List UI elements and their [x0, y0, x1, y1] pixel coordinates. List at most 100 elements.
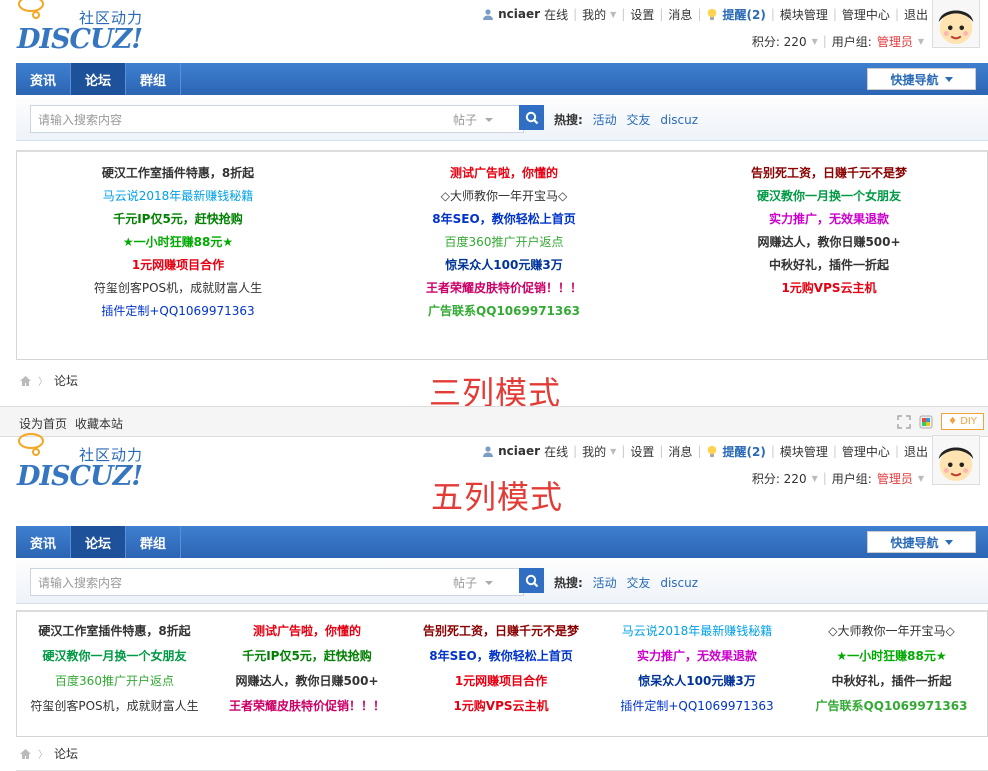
- hot-keyword[interactable]: discuz: [660, 113, 698, 127]
- chevron-down-icon[interactable]: ▼: [812, 474, 818, 483]
- ad-link[interactable]: 硬汉工作室插件特惠，8折起: [17, 164, 339, 187]
- ad-link[interactable]: 1元网赚项目合作: [402, 672, 600, 697]
- ad-link[interactable]: 测试广告啦，你懂的: [212, 622, 402, 647]
- remind-link[interactable]: 提醒(2): [722, 6, 765, 23]
- chevron-down-icon[interactable]: ▼: [918, 37, 924, 46]
- user-group-label: 用户组:: [831, 34, 872, 49]
- breadcrumb-forum[interactable]: 论坛: [54, 372, 78, 389]
- module-manage-link[interactable]: 模块管理: [780, 443, 828, 460]
- nav-item-group[interactable]: 群组: [126, 63, 180, 95]
- avatar[interactable]: [932, 435, 980, 485]
- hot-keyword[interactable]: 活动: [593, 576, 617, 590]
- search-button[interactable]: [519, 568, 544, 593]
- ad-link[interactable]: 符玺创客POS机，成就财富人生: [17, 279, 339, 302]
- fullscreen-icon[interactable]: [897, 414, 911, 429]
- messages-link[interactable]: 消息: [668, 6, 692, 23]
- ad-link[interactable]: 8年SEO，教你轻松上首页: [339, 210, 669, 233]
- ad-link[interactable]: ◇大师教你一年开宝马◇: [339, 187, 669, 210]
- add-favorite-link[interactable]: 收藏本站: [75, 415, 123, 432]
- ad-link[interactable]: 中秋好礼，插件一折起: [794, 672, 988, 697]
- ad-link[interactable]: 告别死工资，日赚千元不是梦: [402, 622, 600, 647]
- chevron-down-icon[interactable]: ▼: [610, 10, 616, 19]
- search-input[interactable]: 请输入搜索内容: [30, 568, 524, 596]
- hot-keyword[interactable]: discuz: [660, 576, 698, 590]
- ad-link[interactable]: 插件定制+QQ1069971363: [17, 302, 339, 325]
- ad-link[interactable]: 惊呆众人100元赚3万: [339, 256, 669, 279]
- search-type-select[interactable]: 帖子: [453, 574, 494, 591]
- quick-nav-button[interactable]: 快捷导航: [867, 531, 976, 553]
- ad-link[interactable]: 告别死工资，日赚千元不是梦: [669, 164, 988, 187]
- ad-link[interactable]: 硬汉教你一月换一个女朋友: [17, 647, 212, 672]
- user-group-value[interactable]: 管理员: [877, 33, 913, 50]
- avatar[interactable]: [932, 0, 980, 48]
- admin-center-link[interactable]: 管理中心: [842, 6, 890, 23]
- style-switch-icon[interactable]: [919, 415, 933, 429]
- home-icon[interactable]: [19, 375, 32, 387]
- ad-link[interactable]: 百度360推广开户返点: [17, 672, 212, 697]
- ad-link[interactable]: 马云说2018年最新赚钱秘籍: [600, 622, 794, 647]
- ad-link[interactable]: 王者荣耀皮肤特价促销！！！: [339, 279, 669, 302]
- chevron-down-icon[interactable]: ▼: [918, 474, 924, 483]
- logout-link[interactable]: 退出: [904, 443, 928, 460]
- logout-link[interactable]: 退出: [904, 6, 928, 23]
- search-input[interactable]: 请输入搜索内容: [30, 105, 524, 133]
- ad-link[interactable]: 马云说2018年最新赚钱秘籍: [17, 187, 339, 210]
- ad-link[interactable]: ★一小时狂赚88元★: [794, 647, 988, 672]
- ad-link[interactable]: 8年SEO，教你轻松上首页: [402, 647, 600, 672]
- my-menu[interactable]: 我的: [582, 443, 606, 460]
- nav-item-group[interactable]: 群组: [126, 526, 180, 558]
- ad-link[interactable]: 王者荣耀皮肤特价促销！！！: [212, 697, 402, 722]
- ad-link[interactable]: 网赚达人，教你日赚500+: [212, 672, 402, 697]
- nav-item-forum[interactable]: 论坛: [71, 526, 126, 558]
- ad-link[interactable]: 惊呆众人100元赚3万: [600, 672, 794, 697]
- ad-link[interactable]: 实力推广，无效果退款: [600, 647, 794, 672]
- ad-link[interactable]: 广告联系QQ1069971363: [339, 302, 669, 325]
- ad-link[interactable]: 符玺创客POS机，成就财富人生: [17, 697, 212, 722]
- ad-link[interactable]: 1元购VPS云主机: [402, 697, 600, 722]
- hot-keyword[interactable]: 交友: [626, 113, 650, 127]
- hot-keyword[interactable]: 交友: [626, 576, 650, 590]
- settings-link[interactable]: 设置: [630, 443, 654, 460]
- home-icon[interactable]: [19, 748, 32, 760]
- admin-center-link[interactable]: 管理中心: [842, 443, 890, 460]
- set-homepage-link[interactable]: 设为首页: [19, 415, 67, 432]
- username-link[interactable]: nciaer: [498, 444, 540, 458]
- hot-keyword[interactable]: 活动: [593, 113, 617, 127]
- ad-link[interactable]: 硬汉工作室插件特惠，8折起: [17, 622, 212, 647]
- ad-link[interactable]: 硬汉教你一月换一个女朋友: [669, 187, 988, 210]
- search-type-select[interactable]: 帖子: [453, 111, 494, 128]
- ad-link[interactable]: 千元IP仅5元，赶快抢购: [17, 210, 339, 233]
- points-link[interactable]: 积分: 220: [752, 33, 807, 50]
- ad-link[interactable]: ★一小时狂赚88元★: [17, 233, 339, 256]
- username-link[interactable]: nciaer: [498, 7, 540, 21]
- site-logo[interactable]: 社区动力 DISCUZ!: [17, 433, 162, 497]
- ad-link[interactable]: 1元购VPS云主机: [669, 279, 988, 302]
- ad-link[interactable]: 插件定制+QQ1069971363: [600, 697, 794, 722]
- ad-link[interactable]: 千元IP仅5元，赶快抢购: [212, 647, 402, 672]
- nav-item-forum[interactable]: 论坛: [71, 63, 126, 95]
- diy-button[interactable]: ♦ DIY: [941, 413, 984, 430]
- nav-item-news[interactable]: 资讯: [16, 526, 70, 558]
- ad-link[interactable]: 1元网赚项目合作: [17, 256, 339, 279]
- ad-link[interactable]: 网赚达人，教你日赚500+: [669, 233, 988, 256]
- chevron-down-icon[interactable]: ▼: [610, 447, 616, 456]
- quick-nav-button[interactable]: 快捷导航: [867, 68, 976, 90]
- my-menu[interactable]: 我的: [582, 6, 606, 23]
- messages-link[interactable]: 消息: [668, 443, 692, 460]
- nav-item-news[interactable]: 资讯: [16, 63, 70, 95]
- chevron-down-icon[interactable]: ▼: [812, 37, 818, 46]
- search-button[interactable]: [519, 105, 544, 130]
- remind-link[interactable]: 提醒(2): [722, 443, 765, 460]
- module-manage-link[interactable]: 模块管理: [780, 6, 828, 23]
- ad-link[interactable]: 广告联系QQ1069971363: [794, 697, 988, 722]
- ad-link[interactable]: 测试广告啦，你懂的: [339, 164, 669, 187]
- site-logo[interactable]: 社区动力 DISCUZ!: [17, 0, 162, 60]
- ad-link[interactable]: 百度360推广开户返点: [339, 233, 669, 256]
- user-group-value[interactable]: 管理员: [877, 470, 913, 487]
- ad-link[interactable]: 实力推广，无效果退款: [669, 210, 988, 233]
- breadcrumb-forum[interactable]: 论坛: [54, 745, 78, 762]
- ad-link[interactable]: 中秋好礼，插件一折起: [669, 256, 988, 279]
- points-link[interactable]: 积分: 220: [752, 470, 807, 487]
- settings-link[interactable]: 设置: [630, 6, 654, 23]
- ad-link[interactable]: ◇大师教你一年开宝马◇: [794, 622, 988, 647]
